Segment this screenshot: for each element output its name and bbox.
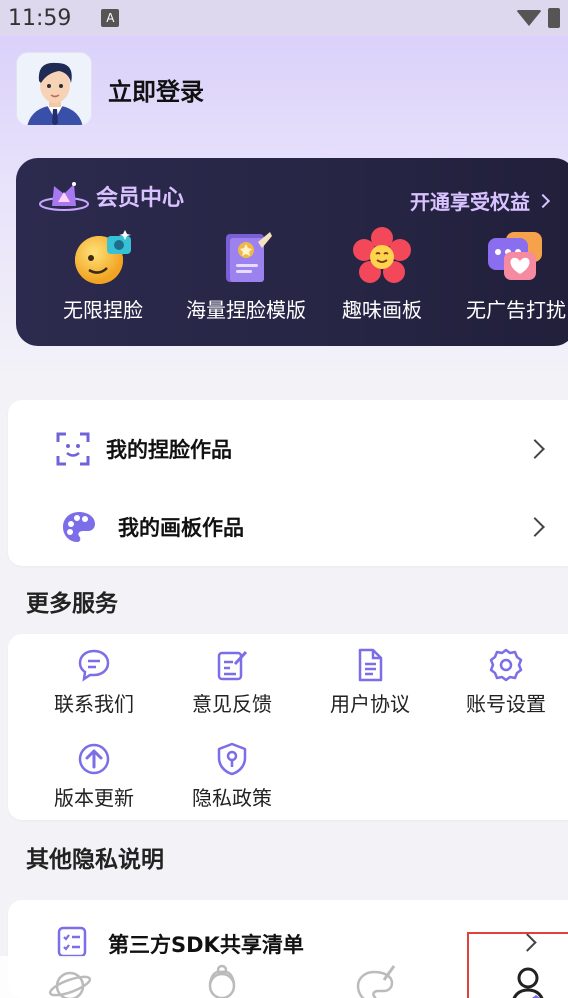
service-version-update[interactable]: 版本更新 [34,742,154,811]
selection-highlight [467,932,568,998]
battery-icon [548,8,560,28]
feature-unlimited-face[interactable]: 无限捏脸 [44,226,162,323]
feedback-icon [217,650,248,681]
status-time: 11:59 [8,5,72,31]
service-account-settings[interactable]: 账号设置 [446,648,566,717]
service-privacy-policy[interactable]: 隐私政策 [172,742,292,811]
service-contact-us[interactable]: 联系我们 [34,648,154,717]
other-privacy-title: 其他隐私说明 [26,847,164,873]
no-ads-icon [488,232,542,280]
feature-face-templates[interactable]: 海量捏脸模版 [162,226,330,323]
planet-icon [48,971,92,998]
upload-icon [78,743,110,775]
template-book-icon [226,232,272,282]
open-membership-link[interactable]: 开通享受权益 [410,186,551,215]
chat-icon [78,649,110,682]
settings-icon [489,648,523,682]
open-membership-label: 开通享受权益 [410,190,530,214]
more-services-title: 更多服务 [26,591,118,617]
palette-icon [63,512,95,542]
list-item-label: 我的画板作品 [118,516,244,540]
flower-icon [353,227,411,283]
checklist-icon [57,926,87,958]
service-feedback[interactable]: 意见反馈 [172,648,292,717]
service-label: 账号设置 [466,692,546,716]
wifi-icon [516,10,542,26]
face-scan-icon [56,432,90,466]
nav-character[interactable] [192,962,252,998]
chevron-right-icon [525,439,545,459]
service-label: 联系我们 [54,692,134,716]
feature-label: 无限捏脸 [63,298,143,322]
list-item-my-board-works[interactable]: 我的画板作品 [8,488,568,566]
feature-label: 趣味画板 [342,298,422,322]
chevron-right-icon [525,517,545,537]
profile-header[interactable]: 立即登录 [16,52,204,126]
nav-paint[interactable] [346,962,406,998]
list-item-label: 我的捏脸作品 [106,438,232,462]
service-label: 意见反馈 [192,692,272,716]
notification-icon: A [101,9,120,27]
document-icon [358,648,383,682]
vip-crown-icon [39,182,89,211]
face-emoji-icon [75,230,131,284]
my-works-card: 我的捏脸作品 我的画板作品 [8,400,568,566]
privacy-shield-icon [217,742,247,776]
avatar[interactable] [16,52,92,126]
feature-label: 无广告打扰 [466,298,566,322]
login-button[interactable]: 立即登录 [108,72,204,107]
vip-title: 会员中心 [96,186,185,211]
service-label: 用户协议 [330,692,410,716]
more-services-card: 联系我们 意见反馈 用户协议 账号设置 版本更新 隐私政策 [8,634,568,820]
feature-fun-board[interactable]: 趣味画板 [320,226,444,323]
feature-label: 海量捏脸模版 [186,298,306,322]
feature-no-ads[interactable]: 无广告打扰 [454,226,568,323]
vip-center-card[interactable]: 会员中心 开通享受权益 无限捏脸 海量捏脸模版 趣味画板 无广告打扰 [16,158,568,346]
nav-planet[interactable] [40,962,100,998]
service-label: 版本更新 [54,786,134,810]
status-bar: 11:59 A [0,0,568,36]
paint-icon [356,965,396,998]
service-label: 隐私政策 [192,786,272,810]
list-item-label: 第三方SDK共享清单 [108,933,304,957]
character-icon [208,964,236,998]
list-item-my-face-works[interactable]: 我的捏脸作品 [8,410,568,488]
chevron-right-icon [535,193,551,208]
service-user-agreement[interactable]: 用户协议 [310,648,430,717]
